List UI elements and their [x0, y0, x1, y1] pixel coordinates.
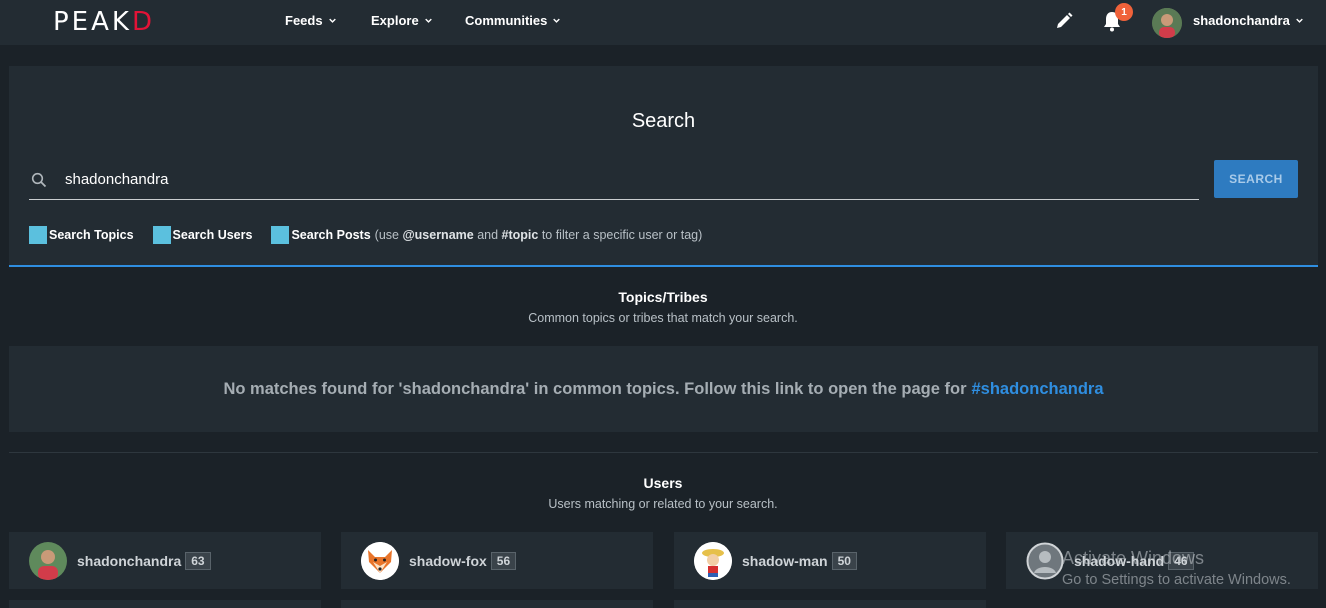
nav-feeds-label: Feeds [285, 13, 323, 28]
user-card[interactable] [674, 600, 986, 608]
user-menu[interactable]: shadonchandra [1193, 13, 1303, 28]
hint-topic: #topic [501, 228, 539, 242]
hint-suffix: to filter a specific user or tag) [538, 228, 703, 242]
hint-username: @username [402, 228, 474, 242]
activate-windows-watermark: Activate Windows Go to Settings to activ… [1062, 547, 1291, 591]
search-button[interactable]: SEARCH [1214, 160, 1298, 198]
avatar [694, 541, 732, 580]
user-card[interactable]: shadow-fox 56 [341, 532, 653, 589]
filter-label: Search Topics [49, 228, 134, 242]
chevron-down-icon [328, 18, 336, 23]
reputation-badge: 50 [831, 551, 857, 570]
chevron-down-icon [424, 18, 432, 23]
reputation-badge: 63 [185, 551, 211, 570]
nav-explore-label: Explore [371, 13, 419, 28]
nav-communities[interactable]: Communities [465, 13, 561, 28]
pencil-icon[interactable] [1054, 11, 1074, 31]
no-match-message: No matches found for 'shadonchandra' in … [9, 346, 1318, 432]
user-card[interactable]: shadonchandra 63 [9, 532, 321, 589]
reputation-badge: 56 [490, 551, 517, 570]
search-field[interactable] [29, 160, 1199, 200]
filter-search-posts[interactable]: Search Posts [271, 226, 371, 244]
topic-link[interactable]: #shadonchandra [972, 380, 1104, 399]
peakd-logo[interactable]: PE A K D [53, 7, 155, 37]
hint-and: and [473, 228, 502, 242]
filter-label: Search Users [172, 228, 253, 242]
nav-communities-label: Communities [465, 13, 548, 28]
cartoon-face-icon [694, 541, 732, 580]
topics-subheading: Common topics or tribes that match your … [528, 311, 798, 325]
search-panel: Search SEARCH Search Topics Search Users… [9, 66, 1318, 267]
fox-icon [361, 541, 399, 580]
chevron-down-icon [1296, 18, 1303, 23]
profile-photo-icon [29, 541, 67, 580]
username-label: shadonchandra [1193, 13, 1290, 28]
watermark-line-1: Activate Windows [1062, 548, 1205, 568]
avatar [361, 541, 399, 580]
search-filters: Search Topics Search Users Search Posts … [29, 226, 702, 244]
user-name: shadow-fox [409, 552, 487, 569]
logo-text-pe: PE [53, 7, 92, 37]
checkbox[interactable] [271, 226, 290, 244]
logo-text-k: K [111, 7, 132, 37]
avatar[interactable] [1152, 8, 1182, 38]
user-name: shadow-man [742, 552, 828, 569]
avatar [29, 541, 67, 580]
page-title: Search [631, 110, 696, 132]
users-section-header: Users Users matching or related to your … [0, 475, 1326, 511]
user-name: shadonchandra [77, 552, 182, 569]
user-card[interactable] [9, 600, 321, 608]
divider [9, 452, 1318, 453]
nav-feeds[interactable]: Feeds [285, 13, 336, 28]
watermark-line-2: Go to Settings to activate Windows. [1062, 572, 1291, 588]
logo-text-d: D [131, 7, 155, 37]
search-hint: (use @username and #topic to filter a sp… [375, 228, 703, 242]
logo-text-a: A [91, 7, 112, 37]
user-card[interactable]: shadow-man 50 [674, 532, 986, 589]
filter-search-users[interactable]: Search Users [152, 226, 253, 244]
search-icon [31, 172, 47, 187]
checkbox[interactable] [29, 226, 47, 244]
top-navbar: PE A K D Feeds Explore Communities 1 shadon… [0, 0, 1326, 45]
hint-prefix: (use [374, 228, 403, 242]
default-user-icon [1026, 542, 1064, 579]
search-input[interactable] [65, 171, 1165, 188]
checkbox[interactable] [152, 226, 171, 244]
avatar [1026, 542, 1064, 580]
topics-heading: Topics/Tribes [618, 289, 708, 305]
filter-label: Search Posts [291, 228, 371, 242]
nav-explore[interactable]: Explore [371, 13, 432, 28]
chevron-down-icon [553, 18, 561, 23]
profile-photo-icon [1152, 8, 1182, 38]
users-subheading: Users matching or related to your search… [548, 497, 778, 511]
topics-section-header: Topics/Tribes Common topics or tribes th… [0, 289, 1326, 325]
users-heading: Users [643, 475, 683, 491]
notification-badge: 1 [1115, 3, 1133, 21]
no-match-text: No matches found for 'shadonchandra' in … [223, 379, 967, 398]
filter-search-topics[interactable]: Search Topics [29, 226, 134, 244]
user-card[interactable] [341, 600, 653, 608]
